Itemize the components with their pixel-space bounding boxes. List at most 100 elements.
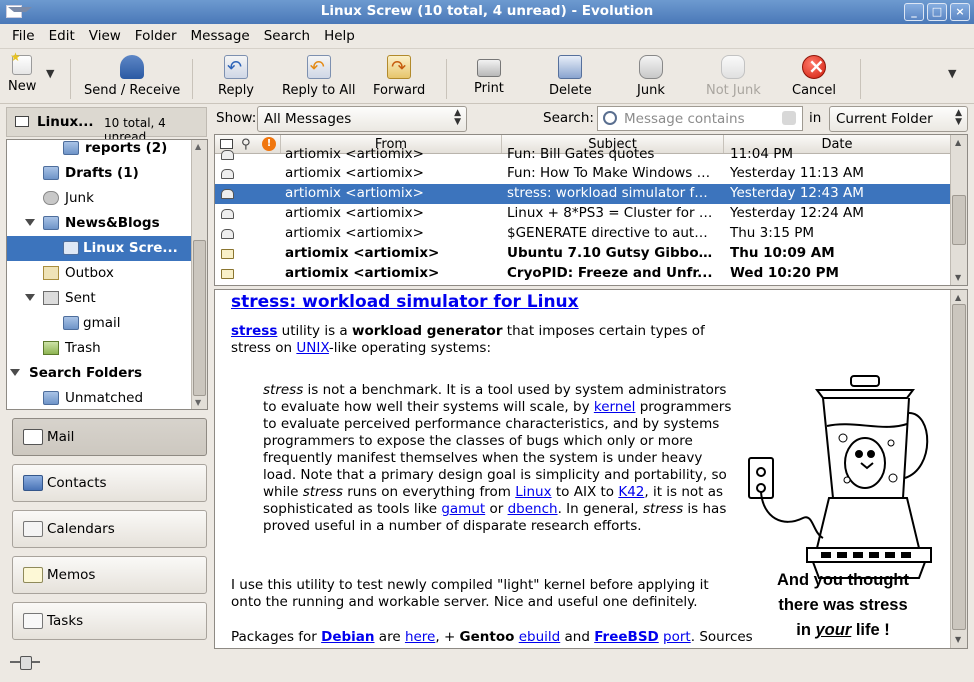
online-status-plug-icon[interactable] [10, 656, 40, 670]
expander-down-icon[interactable] [25, 219, 35, 226]
cartoon-caption: And you thought there was stress in your… [777, 571, 909, 639]
menu-folder[interactable]: Folder [128, 24, 184, 48]
cancel-button[interactable]: Cancel [792, 53, 836, 98]
gamut-link[interactable]: gamut [441, 501, 485, 517]
folder-icon [63, 316, 79, 330]
ebuild-link[interactable]: ebuild [519, 629, 561, 645]
scroll-down-icon[interactable]: ▼ [955, 273, 961, 282]
preview-title-link[interactable]: stress: workload simulator for Linux [231, 292, 579, 312]
folder-trash[interactable]: Trash [7, 336, 191, 361]
expander-down-icon[interactable] [10, 369, 20, 376]
folder-unmatched[interactable]: Unmatched [7, 386, 191, 409]
message-row[interactable]: artiomix <artiomix> $GENERATE directive … [215, 224, 951, 244]
new-message-icon [10, 50, 33, 75]
message-row-unread[interactable]: artiomix <artiomix> CryoPID: Freeze and … [215, 264, 951, 284]
junk-button[interactable]: Junk [637, 53, 665, 98]
stress-link[interactable]: stress [231, 323, 277, 339]
unread-envelope-icon [221, 249, 234, 259]
folder-junk[interactable]: Junk [7, 186, 191, 211]
show-filter-select[interactable]: All Messages ▲ ▼ [257, 106, 467, 132]
switcher-memos[interactable]: Memos [12, 556, 207, 594]
scroll-up-icon[interactable]: ▲ [955, 138, 961, 147]
message-row-selected[interactable]: artiomix <artiomix> stress: workload sim… [215, 184, 951, 204]
send-receive-button[interactable]: Send / Receive [84, 53, 180, 98]
folder-search-folders[interactable]: Search Folders [7, 361, 191, 386]
message-row[interactable]: artiomix <artiomix> Fun: How To Make Win… [215, 164, 951, 184]
scroll-down-icon[interactable]: ▼ [955, 635, 961, 644]
scroll-up-icon[interactable]: ▲ [195, 142, 201, 151]
send-receive-icon [120, 55, 145, 79]
menu-view[interactable]: View [82, 24, 128, 48]
new-button[interactable]: New [8, 50, 36, 94]
minimize-button[interactable]: _ [904, 3, 924, 21]
message-preview: stress: workload simulator for Linux str… [214, 289, 968, 649]
print-button[interactable]: Print [474, 53, 504, 96]
read-envelope-icon [221, 189, 234, 199]
window-title: Linux Screw (10 total, 4 unread) - Evolu… [320, 3, 654, 19]
switcher-contacts[interactable]: Contacts [12, 464, 207, 502]
menu-message[interactable]: Message [184, 24, 257, 48]
scrollbar-thumb[interactable] [952, 304, 966, 630]
in-label: in [809, 110, 822, 126]
k42-link[interactable]: K42 [618, 484, 644, 500]
folder-linux-screw[interactable]: Linux Scre... [7, 236, 191, 261]
scrollbar-thumb[interactable] [952, 195, 966, 245]
scroll-down-icon[interactable]: ▼ [195, 398, 201, 407]
here-link[interactable]: here [405, 629, 435, 645]
dbench-link[interactable]: dbench [508, 501, 558, 517]
switcher-calendars[interactable]: Calendars [12, 510, 207, 548]
folder-icon [63, 241, 79, 255]
folder-tree: reports (2) Drafts (1) Junk News&Blogs L… [6, 139, 208, 410]
menu-edit[interactable]: Edit [42, 24, 82, 48]
kernel-link[interactable]: kernel [594, 399, 636, 415]
delete-button[interactable]: Delete [549, 53, 592, 98]
message-row-unread[interactable]: artiomix <artiomix> Ubuntu 7.10 Gutsy Gi… [215, 244, 951, 264]
forward-button[interactable]: Forward [373, 53, 425, 98]
new-dropdown-chevron-icon[interactable]: ▼ [46, 67, 54, 80]
reply-button[interactable]: Reply [218, 53, 254, 98]
scroll-up-icon[interactable]: ▲ [955, 293, 961, 302]
expander-down-icon[interactable] [25, 294, 35, 301]
drafts-icon [43, 166, 59, 180]
unix-link[interactable]: UNIX [296, 340, 329, 356]
folder-reports[interactable]: reports (2) [7, 140, 191, 161]
mail-envelope-icon [15, 116, 29, 127]
delete-icon [558, 55, 583, 79]
close-window-button[interactable]: × [950, 3, 970, 21]
menu-file[interactable]: File [5, 24, 42, 48]
port-link[interactable]: port [663, 629, 691, 645]
preview-paragraph: Packages for Debian are here, + Gentoo e… [231, 629, 753, 645]
message-row[interactable]: artiomix <artiomix> Linux + 8*PS3 = Clus… [215, 204, 951, 224]
reply-all-icon [306, 55, 331, 79]
menu-search[interactable]: Search [257, 24, 317, 48]
debian-link[interactable]: Debian [321, 629, 374, 645]
reply-all-button[interactable]: Reply to All [282, 53, 355, 98]
message-row[interactable]: artiomix <artiomix> Fun: Bill Gates quot… [215, 145, 951, 165]
tasks-icon [23, 613, 43, 629]
search-scope-select[interactable]: Current Folder ▲ ▼ [829, 106, 968, 132]
switcher-mail[interactable]: Mail [12, 418, 207, 456]
menu-help[interactable]: Help [317, 24, 362, 48]
not-junk-button[interactable]: Not Junk [706, 53, 761, 98]
preview-scrollbar[interactable]: ▲ ▼ [950, 290, 967, 648]
read-envelope-icon [221, 229, 234, 239]
folder-sent[interactable]: Sent [7, 286, 191, 311]
folder-icon [63, 141, 79, 155]
folder-gmail[interactable]: gmail [7, 311, 191, 336]
search-options-icon[interactable] [603, 111, 617, 125]
linux-link[interactable]: Linux [515, 484, 551, 500]
folder-drafts[interactable]: Drafts (1) [7, 161, 191, 186]
maximize-button[interactable]: □ [927, 3, 947, 21]
freebsd-link[interactable]: FreeBSD [594, 629, 659, 645]
message-list-scrollbar[interactable]: ▲ ▼ [950, 135, 967, 285]
switcher-tasks[interactable]: Tasks [12, 602, 207, 640]
folder-outbox[interactable]: Outbox [7, 261, 191, 286]
folder-tree-scrollbar[interactable]: ▲ ▼ [191, 140, 207, 409]
toolbar-overflow-chevron-icon[interactable]: ▼ [948, 67, 956, 80]
show-label: Show: [216, 110, 257, 126]
folder-news-blogs[interactable]: News&Blogs [7, 211, 191, 236]
outbox-icon [43, 266, 59, 280]
scrollbar-thumb[interactable] [193, 240, 206, 396]
search-input[interactable]: Message contains [597, 106, 803, 131]
clear-search-icon[interactable] [782, 111, 796, 125]
